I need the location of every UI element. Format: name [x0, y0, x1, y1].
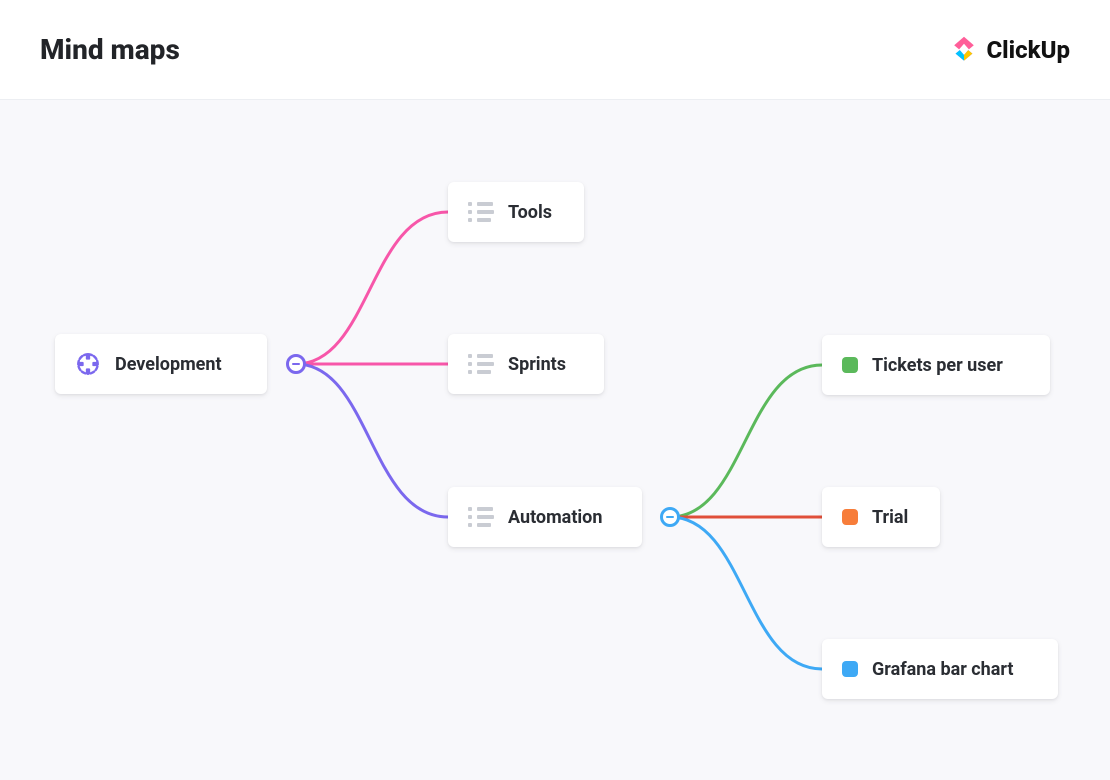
- minus-icon: [292, 363, 300, 365]
- node-label: Grafana bar chart: [872, 659, 1014, 680]
- node-trial[interactable]: Trial: [822, 487, 940, 547]
- node-label: Trial: [872, 507, 908, 528]
- globe-icon: [75, 351, 101, 377]
- page-title: Mind maps: [40, 33, 180, 66]
- status-square-icon: [842, 661, 858, 677]
- list-icon: [468, 354, 494, 374]
- node-tools[interactable]: Tools: [448, 182, 584, 242]
- collapse-handle-automation[interactable]: [660, 507, 680, 527]
- node-tickets-per-user[interactable]: Tickets per user: [822, 335, 1050, 395]
- node-label: Sprints: [508, 354, 566, 375]
- mindmap-canvas[interactable]: Development Tools Sprints Automation: [0, 100, 1110, 780]
- clickup-logo-icon: [950, 34, 978, 66]
- node-grafana-bar-chart[interactable]: Grafana bar chart: [822, 639, 1058, 699]
- minus-icon: [666, 516, 674, 518]
- node-label: Automation: [508, 507, 602, 528]
- node-automation[interactable]: Automation: [448, 487, 642, 547]
- list-icon: [468, 202, 494, 222]
- list-icon: [468, 507, 494, 527]
- status-square-icon: [842, 509, 858, 525]
- node-label: Tools: [508, 202, 552, 223]
- node-label: Tickets per user: [872, 355, 1003, 376]
- node-development[interactable]: Development: [55, 334, 267, 394]
- status-square-icon: [842, 357, 858, 373]
- brand-name: ClickUp: [986, 36, 1070, 64]
- collapse-handle-root[interactable]: [286, 354, 306, 374]
- node-label: Development: [115, 354, 222, 375]
- node-sprints[interactable]: Sprints: [448, 334, 604, 394]
- brand[interactable]: ClickUp: [950, 34, 1070, 66]
- header: Mind maps ClickUp: [0, 0, 1110, 100]
